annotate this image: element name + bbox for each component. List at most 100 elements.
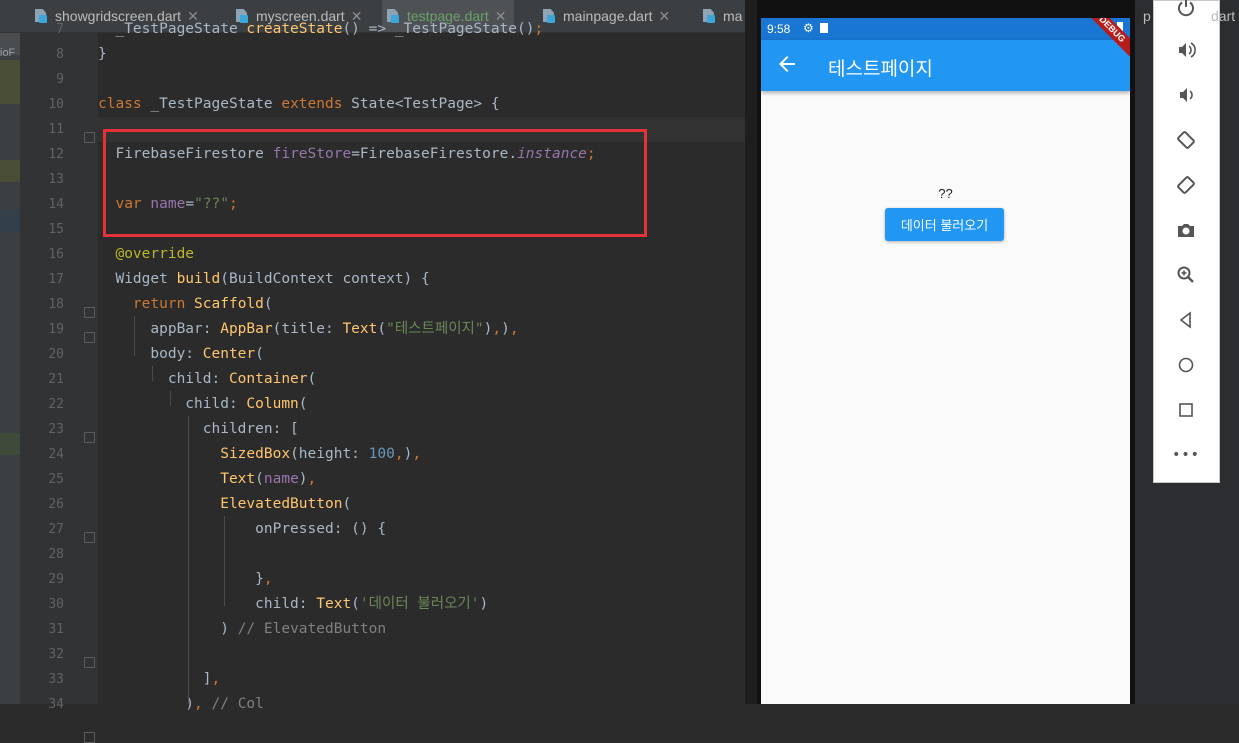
line-number: 26	[48, 497, 64, 512]
line-number: 14	[48, 197, 64, 212]
fold-marker-icon[interactable]	[84, 732, 95, 743]
code-line: 33 ],	[20, 667, 745, 692]
line-number: 33	[48, 672, 64, 687]
debug-banner: DEBUG	[1090, 18, 1130, 58]
code-line: 34 ), // Col	[20, 692, 745, 717]
code-text: children: [	[98, 421, 299, 437]
code-line: 20 body: Center(	[20, 342, 745, 367]
code-line: 9	[20, 67, 745, 92]
code-text: child: Container(	[98, 371, 317, 387]
line-number: 16	[48, 247, 64, 262]
overview-square-icon[interactable]	[1174, 398, 1198, 422]
code-line: 25 Text(name),	[20, 467, 745, 492]
code-text: ) // ElevatedButton	[98, 621, 387, 637]
fold-marker-icon[interactable]	[84, 132, 95, 143]
line-number: 29	[48, 572, 64, 587]
code-text: Widget build(BuildContext context) {	[98, 271, 430, 287]
line-number: 15	[48, 222, 64, 237]
phone-screen: 9:58 ⚙ 테스트페이지 DEBUG ?? 데이터 불러오기	[761, 18, 1130, 704]
fold-marker-icon[interactable]	[84, 432, 95, 443]
line-number: 7	[56, 22, 64, 37]
line-number: 8	[56, 47, 64, 62]
left-tool-strip: ioF	[0, 33, 20, 704]
code-line: 30 child: Text('데이터 불러오기')	[20, 592, 745, 617]
line-number: 13	[48, 172, 64, 187]
code-text: appBar: AppBar(title: Text("테스트페이지"),),	[98, 321, 519, 337]
line-number: 32	[48, 647, 64, 662]
code-text: @override	[115, 246, 195, 262]
line-number: 31	[48, 622, 64, 637]
code-line: 26 ElevatedButton(	[20, 492, 745, 517]
more-icon[interactable]: •••	[1172, 443, 1199, 467]
code-text: ElevatedButton(	[220, 496, 352, 512]
code-line: 8}	[20, 42, 745, 67]
fold-marker-icon[interactable]	[84, 332, 95, 343]
code-text: child: Text('데이터 불러오기')	[98, 596, 489, 612]
line-number: 9	[56, 72, 64, 87]
rotate-right-icon[interactable]	[1174, 173, 1198, 197]
code-line: 22 child: Column(	[20, 392, 745, 417]
code-text: }	[98, 46, 107, 62]
code-line: 29 },	[20, 567, 745, 592]
code-line: 21 child: Container(	[20, 367, 745, 392]
overflow-tab-label-right[interactable]: dart	[1211, 8, 1235, 24]
line-number: 17	[48, 272, 64, 287]
code-text: body: Center(	[98, 346, 264, 362]
code-text: class _TestPageState extends State<TestP…	[98, 96, 500, 112]
line-number: 22	[48, 397, 64, 412]
volume-up-icon[interactable]	[1174, 38, 1198, 62]
emulator-controls-panel: •••	[1153, 0, 1220, 483]
fold-marker-icon[interactable]	[84, 657, 95, 668]
code-text: ],	[98, 671, 221, 687]
fold-marker-icon[interactable]	[84, 307, 95, 318]
overflow-tab-label[interactable]: p	[1143, 8, 1151, 24]
code-line: 31 ) // ElevatedButton	[20, 617, 745, 642]
code-line: 23 children: [	[20, 417, 745, 442]
code-text: return Scaffold(	[132, 296, 273, 312]
code-text: child: Column(	[98, 396, 308, 412]
code-line: 16 @override	[20, 242, 745, 267]
line-number: 19	[48, 322, 64, 337]
arrow-back-icon[interactable]	[775, 52, 799, 76]
line-number: 25	[48, 472, 64, 487]
status-time: 9:58	[767, 22, 791, 36]
appbar-title: 테스트페이지	[828, 58, 933, 80]
sd-card-icon	[820, 23, 828, 33]
line-number: 12	[48, 147, 64, 162]
code-line: 28	[20, 542, 745, 567]
line-number: 10	[48, 97, 64, 112]
code-text: onPressed: () {	[98, 521, 387, 537]
fold-marker-icon[interactable]	[84, 532, 95, 543]
code-text: },	[98, 571, 273, 587]
code-text: SizedBox(height: 100,),	[220, 446, 422, 462]
line-number: 23	[48, 422, 64, 437]
line-number: 11	[48, 122, 64, 137]
zoom-in-icon[interactable]	[1174, 263, 1198, 287]
load-data-button[interactable]: 데이터 불러오기	[885, 208, 1004, 241]
code-line: 17 Widget build(BuildContext context) {	[20, 267, 745, 292]
back-triangle-icon[interactable]	[1174, 308, 1198, 332]
camera-icon[interactable]	[1174, 218, 1198, 242]
code-text: Text(name),	[220, 471, 317, 487]
line-number: 20	[48, 347, 64, 362]
code-line: 24 SizedBox(height: 100,),	[20, 442, 745, 467]
highlight-box	[103, 129, 647, 237]
line-number: 27	[48, 522, 64, 537]
code-line: 27 onPressed: () {	[20, 517, 745, 542]
code-text: _TestPageState createState() => _TestPag…	[98, 21, 544, 37]
home-circle-icon[interactable]	[1174, 353, 1198, 377]
code-line: 7 _TestPageState createState() => _TestP…	[20, 17, 745, 42]
code-line: 18 return Scaffold(	[20, 292, 745, 317]
line-number: 21	[48, 372, 64, 387]
status-bar: 9:58 ⚙	[761, 18, 1130, 40]
app-bar: 테스트페이지	[761, 40, 1130, 91]
rotate-left-icon[interactable]	[1174, 128, 1198, 152]
code-line: 32	[20, 642, 745, 667]
volume-down-icon[interactable]	[1174, 83, 1198, 107]
line-number: 18	[48, 297, 64, 312]
code-text: ), // Col	[98, 696, 264, 712]
power-icon[interactable]	[1174, 0, 1198, 19]
line-number: 34	[48, 697, 64, 712]
body-text: ??	[938, 186, 953, 201]
code-line: 10 class _TestPageState extends State<Tes…	[20, 92, 745, 117]
